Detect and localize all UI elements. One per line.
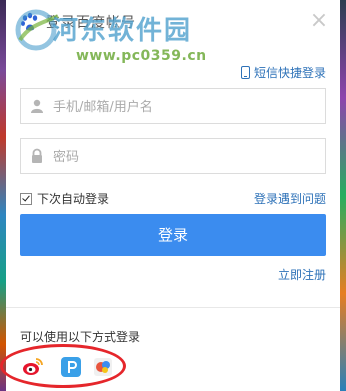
close-button[interactable]: ×	[306, 8, 332, 34]
phone-icon	[240, 66, 250, 79]
login-button[interactable]: 登录	[20, 214, 326, 256]
remember-me-checkbox[interactable]: 下次自动登录	[20, 190, 109, 207]
password-field[interactable]	[20, 138, 326, 175]
divider	[6, 307, 340, 308]
third-party-icon[interactable]	[92, 356, 114, 378]
watermark-site-name: 河东软件园	[52, 16, 193, 46]
sms-login-label: 短信快捷登录	[253, 66, 326, 80]
other-login-label: 可以使用以下方式登录	[20, 330, 141, 344]
username-field[interactable]	[20, 88, 326, 125]
user-icon	[31, 99, 43, 113]
login-dialog: 登录百度帐号 × 河东软件园 www.pc0359.cn 短信快捷登录 下次自动…	[6, 0, 340, 391]
close-icon: ×	[309, 8, 329, 33]
checkbox-checked-icon[interactable]	[20, 192, 32, 205]
lock-icon	[32, 148, 42, 163]
password-input[interactable]	[51, 139, 323, 175]
username-input[interactable]	[51, 89, 323, 125]
register-link[interactable]: 立即注册	[278, 266, 326, 283]
watermark-url: www.pc0359.cn	[76, 48, 207, 64]
p-icon[interactable]	[60, 356, 82, 378]
weibo-icon[interactable]	[22, 356, 44, 378]
sms-login-link[interactable]: 短信快捷登录	[240, 64, 326, 81]
remember-me-label: 下次自动登录	[37, 192, 110, 206]
login-problem-link[interactable]: 登录遇到问题	[254, 190, 326, 207]
background-edge-right	[340, 0, 346, 391]
